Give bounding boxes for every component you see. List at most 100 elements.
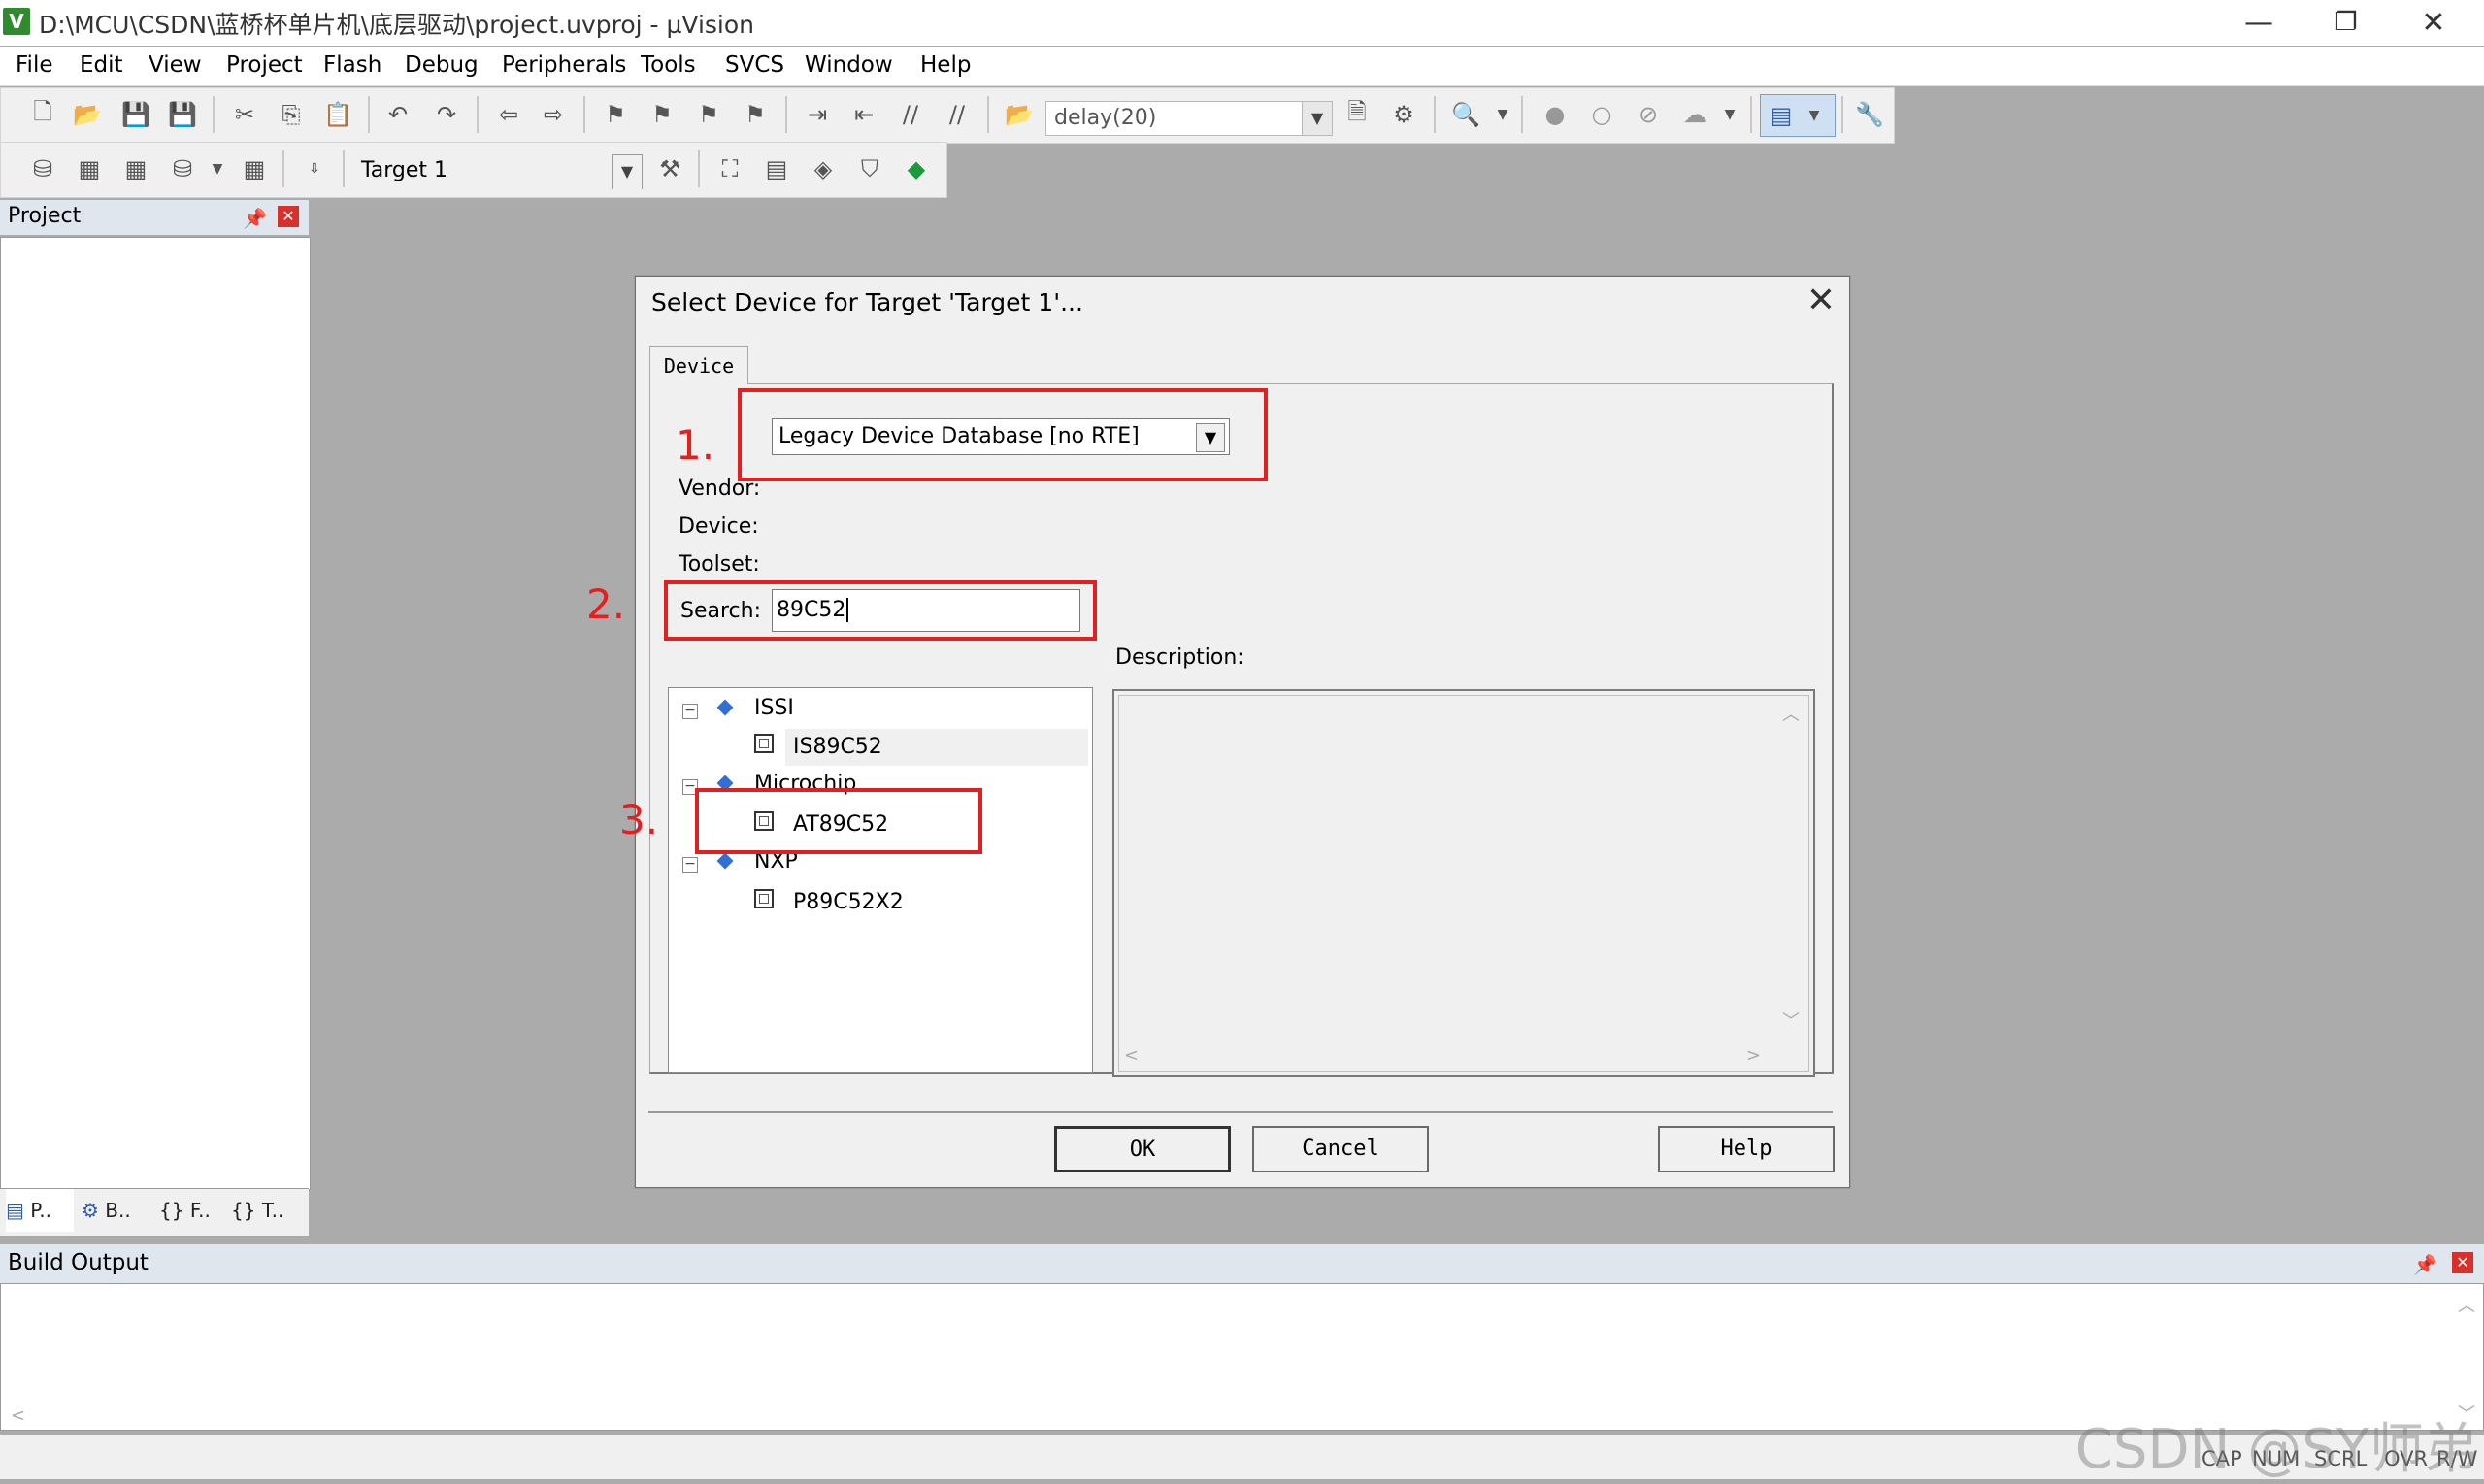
collapse-toggle[interactable]: − — [682, 857, 698, 873]
chevron-down-icon[interactable]: ▼ — [201, 152, 234, 185]
rebuild-icon[interactable]: ▦ — [119, 152, 152, 185]
bookmark-icon[interactable]: ⚑ — [599, 98, 632, 131]
clear-bookmarks-icon[interactable]: ⚑ — [739, 98, 772, 131]
scroll-up-icon[interactable]: ︿ — [1782, 701, 1800, 726]
chevron-down-icon[interactable]: ▼ — [612, 154, 643, 189]
next-bookmark-icon[interactable]: ⚑ — [692, 98, 725, 131]
find-combo[interactable]: delay(20) ▼ — [1045, 101, 1333, 136]
open-file-icon[interactable]: 📂 — [71, 98, 104, 131]
separator — [785, 96, 787, 133]
kill-all-breakpoints-icon[interactable]: ☁ — [1678, 98, 1711, 131]
menu-svcs[interactable]: SVCS — [725, 52, 784, 78]
redo-icon[interactable]: ↷ — [430, 98, 463, 131]
separator — [1521, 96, 1523, 133]
unindent-icon[interactable]: ⇤ — [847, 98, 880, 131]
incremental-find-icon[interactable]: ⚙ — [1387, 98, 1420, 131]
pin-icon[interactable]: 📌 — [243, 202, 267, 235]
pack-installer-icon[interactable]: ◈ — [807, 152, 840, 185]
scroll-down-icon[interactable]: ﹀ — [1782, 1007, 1800, 1033]
menu-file[interactable]: File — [16, 52, 53, 78]
translate-icon[interactable]: ⛁ — [26, 152, 59, 185]
tab-books[interactable]: ⚙ B.. — [82, 1189, 131, 1232]
batch-build-icon[interactable]: ⛁ — [166, 152, 199, 185]
tree-device-is89c52[interactable]: IS89C52 — [793, 735, 882, 759]
pin-icon[interactable]: 📌 — [2413, 1246, 2437, 1283]
debug-session-icon[interactable]: 🔍 — [1449, 98, 1482, 131]
scroll-left-icon[interactable]: < — [11, 1405, 25, 1426]
tree-vendor-issi[interactable]: ISSI — [754, 696, 794, 720]
close-icon[interactable]: ✕ — [278, 206, 299, 227]
new-file-icon[interactable]: 🗋 — [26, 98, 59, 131]
save-icon[interactable]: 💾 — [119, 98, 152, 131]
tab-books-label: B.. — [105, 1199, 131, 1222]
stop-build-icon[interactable]: ▦ — [238, 152, 271, 185]
build-icon[interactable]: ▦ — [73, 152, 106, 185]
cancel-button[interactable]: Cancel — [1252, 1126, 1429, 1172]
tree-device-p89c52x2[interactable]: P89C52X2 — [793, 890, 904, 914]
navigate-forward-icon[interactable]: ⇨ — [537, 98, 570, 131]
tab-functions[interactable]: {} F.. — [159, 1189, 211, 1232]
help-button[interactable]: Help — [1658, 1126, 1835, 1172]
download-load-icon[interactable]: ⇩ — [298, 152, 331, 185]
uncomment-icon[interactable]: // — [941, 98, 974, 131]
find-in-files-icon[interactable]: 📂 — [1003, 98, 1036, 131]
save-all-icon[interactable]: 💾 — [166, 98, 199, 131]
separator — [343, 150, 345, 187]
options-for-target-icon[interactable]: ⚒ — [653, 152, 686, 185]
tab-device[interactable]: Device — [649, 346, 748, 384]
tab-project[interactable]: ▤ P.. — [6, 1189, 74, 1232]
tab-templates[interactable]: {} T.. — [231, 1189, 283, 1232]
scroll-right-icon[interactable]: > — [1746, 1045, 1761, 1066]
close-icon[interactable]: ✕ — [2452, 1252, 2473, 1273]
menu-peripherals[interactable]: Peripherals — [502, 52, 626, 78]
ok-button[interactable]: OK — [1054, 1126, 1231, 1172]
comment-icon[interactable]: // — [894, 98, 927, 131]
vendor-icon — [716, 852, 734, 870]
undo-icon[interactable]: ↶ — [381, 98, 414, 131]
restore-button[interactable]: ❐ — [2302, 0, 2390, 46]
file-extensions-icon[interactable]: ▤ — [760, 152, 793, 185]
disable-all-breakpoints-icon[interactable]: ⊘ — [1632, 98, 1665, 131]
menu-project[interactable]: Project — [226, 52, 303, 78]
target-select[interactable]: Target 1 ▼ — [352, 153, 644, 190]
find-icon[interactable]: 🗎 — [1341, 98, 1374, 131]
chevron-down-icon[interactable]: ▼ — [1486, 98, 1519, 131]
paste-icon[interactable]: 📋 — [321, 98, 354, 131]
dialog-close-icon[interactable]: ✕ — [1806, 280, 1836, 320]
window-layout-button[interactable]: ▤ ▼ — [1760, 94, 1836, 137]
menu-tools[interactable]: Tools — [641, 52, 696, 78]
project-tree[interactable] — [0, 237, 311, 1190]
copy-icon[interactable]: ⎘ — [275, 98, 308, 131]
scroll-up-icon[interactable]: ︿ — [2458, 1292, 2475, 1317]
menu-window[interactable]: Window — [805, 52, 893, 78]
menu-flash[interactable]: Flash — [323, 52, 381, 78]
description-text-area[interactable] — [1118, 695, 1809, 1072]
menu-help[interactable]: Help — [920, 52, 971, 78]
run-time-environment-icon[interactable]: ◆ — [900, 152, 933, 185]
chevron-down-icon[interactable]: ▼ — [1713, 98, 1746, 131]
menu-debug[interactable]: Debug — [405, 52, 479, 78]
select-packs-icon[interactable]: ⛉ — [853, 152, 886, 185]
separator — [698, 150, 700, 187]
prev-bookmark-icon[interactable]: ⚑ — [646, 98, 679, 131]
annotation-step-2: 2. — [586, 580, 626, 628]
collapse-toggle[interactable]: − — [682, 704, 698, 719]
minimize-button[interactable]: — — [2215, 0, 2302, 46]
disable-breakpoint-icon[interactable]: ○ — [1585, 98, 1618, 131]
configuration-wrench-icon[interactable]: 🔧 — [1853, 98, 1886, 131]
manage-components-icon[interactable]: ⛶ — [713, 152, 746, 185]
close-window-button[interactable]: ✕ — [2390, 0, 2477, 46]
menu-view[interactable]: View — [149, 52, 202, 78]
uvision-app-icon: V — [3, 8, 30, 35]
annotation-box-3 — [695, 788, 982, 854]
dialog-title: Select Device for Target 'Target 1'... — [651, 288, 1083, 316]
cut-icon[interactable]: ✂ — [228, 98, 261, 131]
scroll-left-icon[interactable]: < — [1124, 1045, 1139, 1066]
device-tree[interactable]: − ISSI IS89C52 − Microchip AT89C52 − NXP… — [668, 687, 1093, 1073]
menu-edit[interactable]: Edit — [80, 52, 123, 78]
dialog-divider — [648, 1111, 1833, 1113]
navigate-back-icon[interactable]: ⇦ — [492, 98, 525, 131]
indent-icon[interactable]: ⇥ — [801, 98, 834, 131]
chevron-down-icon[interactable]: ▼ — [1302, 102, 1332, 135]
breakpoint-icon[interactable]: ● — [1539, 98, 1572, 131]
